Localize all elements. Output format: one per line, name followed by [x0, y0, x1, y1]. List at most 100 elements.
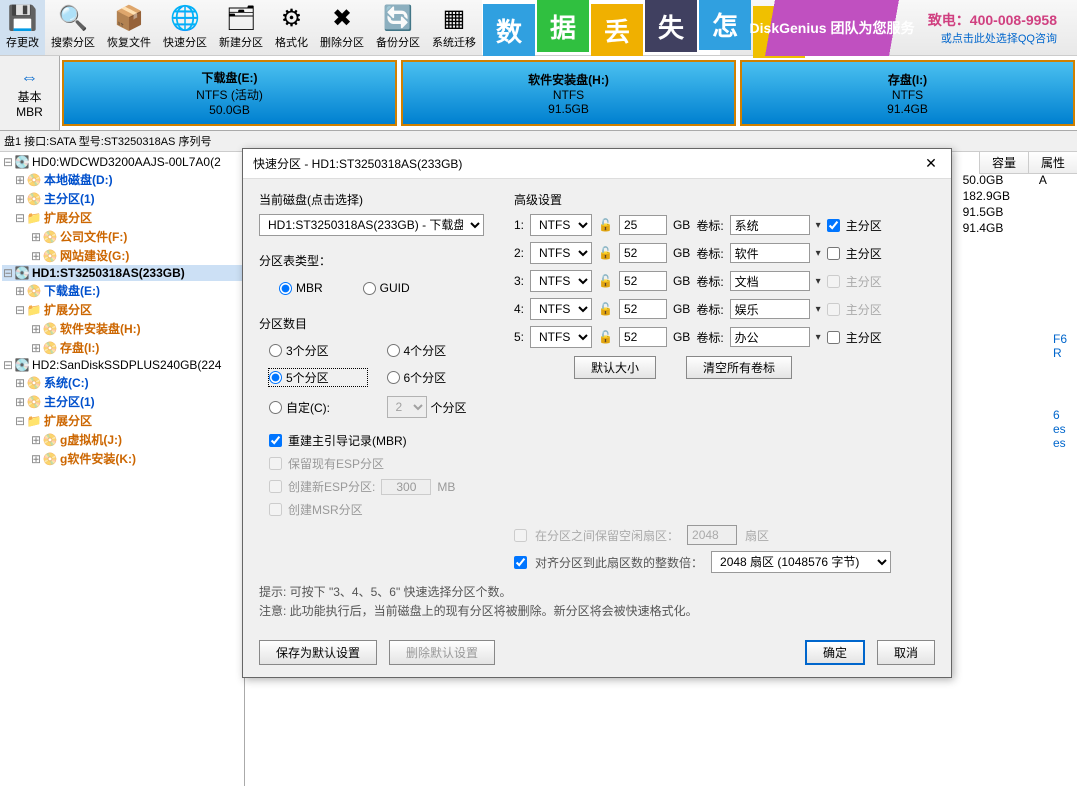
toolbar-格式化[interactable]: ⚙格式化 [269, 0, 314, 55]
primary-checkbox[interactable] [827, 247, 840, 260]
gap-row: 在分区之间保留空闲扇区： 扇区 [514, 525, 935, 545]
lock-icon[interactable]: 🔓 [598, 246, 613, 260]
btn-cancel[interactable]: 取消 [877, 640, 935, 665]
align-select[interactable]: 2048 扇区 (1048576 字节) [711, 551, 891, 573]
toolbar-存更改[interactable]: 💾存更改 [0, 0, 45, 55]
radio-4-partitions[interactable]: 4个分区 [387, 342, 485, 359]
tree-drive-i[interactable]: ⊞📀存盘(I:) [2, 338, 242, 357]
nav-arrows-icon[interactable]: ⇔ [21, 67, 39, 88]
fs-select[interactable]: NTFS [530, 214, 592, 236]
lock-icon[interactable]: 🔓 [598, 302, 613, 316]
check-rebuild-mbr[interactable]: 重建主引导记录(MBR) [269, 432, 484, 449]
label-input[interactable] [730, 327, 810, 347]
toolbar-删除分区[interactable]: ✖删除分区 [314, 0, 370, 55]
btn-clear-labels[interactable]: 清空所有卷标 [686, 356, 792, 379]
partition-block[interactable]: 软件安装盘(H:)NTFS91.5GB [401, 60, 736, 126]
btn-default-size[interactable]: 默认大小 [574, 356, 656, 379]
radio-guid[interactable]: GUID [363, 281, 410, 295]
table-row[interactable]: 182.9GB [951, 188, 1077, 204]
toolbar-icon: 📦 [113, 2, 145, 34]
size-input[interactable] [619, 271, 667, 291]
toolbar-icon: ✖ [326, 2, 358, 34]
dropdown-icon[interactable]: ▾ [816, 332, 821, 343]
partition-config-row: 5:NTFS🔓GB卷标:▾主分区 [514, 326, 935, 348]
toolbar-快速分区[interactable]: 🌐快速分区 [157, 0, 213, 55]
label-input[interactable] [730, 299, 810, 319]
btn-ok[interactable]: 确定 [805, 640, 865, 665]
size-input[interactable] [619, 327, 667, 347]
current-disk-select[interactable]: HD1:ST3250318AS(233GB) - 下载盘 [259, 214, 484, 236]
label-input[interactable] [730, 215, 810, 235]
banner-char: 据 [537, 0, 589, 52]
fs-select[interactable]: NTFS [530, 298, 592, 320]
radio-mbr[interactable]: MBR [279, 281, 323, 295]
partition-config-row: 3:NTFS🔓GB卷标:▾主分区 [514, 270, 935, 292]
primary-checkbox[interactable] [827, 331, 840, 344]
toolbar-备份分区[interactable]: 🔄备份分区 [370, 0, 426, 55]
label-input[interactable] [730, 243, 810, 263]
close-icon[interactable]: ✕ [921, 155, 941, 172]
tree-drive-j[interactable]: ⊞📀g虚拟机(J:) [2, 430, 242, 449]
toolbar-icon: 💾 [7, 2, 39, 34]
toolbar-恢复文件[interactable]: 📦恢复文件 [101, 0, 157, 55]
radio-3-partitions[interactable]: 3个分区 [269, 342, 367, 359]
partition-config-row: 1:NTFS🔓GB卷标:▾主分区 [514, 214, 935, 236]
lock-icon[interactable]: 🔓 [598, 274, 613, 288]
tree-drive-g[interactable]: ⊞📀网站建设(G:) [2, 246, 242, 265]
dropdown-icon[interactable]: ▾ [816, 248, 821, 259]
tree-ext-partition-3[interactable]: ⊟📁扩展分区 [2, 411, 242, 430]
fs-select[interactable]: NTFS [530, 270, 592, 292]
disk-type-box[interactable]: ⇔ 基本 MBR [0, 56, 60, 130]
lock-icon[interactable]: 🔓 [598, 218, 613, 232]
tree-drive-k[interactable]: ⊞📀g软件安装(K:) [2, 449, 242, 468]
toolbar-新建分区[interactable]: 🗂新建分区 [213, 0, 269, 55]
toolbar-icon: 🗂 [225, 2, 257, 34]
primary-checkbox[interactable] [827, 219, 840, 232]
btn-save-default[interactable]: 保存为默认设置 [259, 640, 377, 665]
tree-drive-e[interactable]: ⊞📀下载盘(E:) [2, 281, 242, 300]
check-new-esp: 创建新ESP分区: MB [269, 478, 484, 495]
quick-partition-dialog: 快速分区 - HD1:ST3250318AS(233GB) ✕ 当前磁盘(点击选… [242, 148, 952, 678]
toolbar-搜索分区[interactable]: 🔍搜索分区 [45, 0, 101, 55]
tree-main-partition-2[interactable]: ⊞📀主分区(1) [2, 392, 242, 411]
lock-icon[interactable]: 🔓 [598, 330, 613, 344]
size-input[interactable] [619, 243, 667, 263]
main-toolbar: 💾存更改🔍搜索分区📦恢复文件🌐快速分区🗂新建分区⚙格式化✖删除分区🔄备份分区▦系… [0, 0, 1077, 56]
fs-select[interactable]: NTFS [530, 242, 592, 264]
tree-ext-partition[interactable]: ⊟📁扩展分区 [2, 208, 242, 227]
disk-map: ⇔ 基本 MBR 下载盘(E:)NTFS (活动)50.0GB软件安装盘(H:)… [0, 56, 1077, 131]
table-row[interactable]: 91.4GB [951, 220, 1077, 236]
table-row[interactable]: 91.5GB [951, 204, 1077, 220]
tree-drive-c[interactable]: ⊞📀系统(C:) [2, 373, 242, 392]
tree-ext-partition-2[interactable]: ⊟📁扩展分区 [2, 300, 242, 319]
partition-block[interactable]: 下载盘(E:)NTFS (活动)50.0GB [62, 60, 397, 126]
toolbar-系统迁移[interactable]: ▦系统迁移 [426, 0, 482, 55]
partition-block[interactable]: 存盘(I:)NTFS91.4GB [740, 60, 1075, 126]
fs-select[interactable]: NTFS [530, 326, 592, 348]
dropdown-icon[interactable]: ▾ [816, 276, 821, 287]
tree-hd1[interactable]: ⊟💽HD1:ST3250318AS(233GB) [2, 265, 242, 281]
tree-drive-f[interactable]: ⊞📀公司文件(F:) [2, 227, 242, 246]
tree-main-partition[interactable]: ⊞📀主分区(1) [2, 189, 242, 208]
radio-custom-count[interactable]: 自定(C): [269, 396, 367, 418]
tree-drive-h[interactable]: ⊞📀软件安装盘(H:) [2, 319, 242, 338]
tree-hd2[interactable]: ⊟💽HD2:SanDiskSSDPLUS240GB(224 [2, 357, 242, 373]
tree-hd0[interactable]: ⊟💽HD0:WDCWD3200AAJS-00L7A0(2 [2, 154, 242, 170]
dropdown-icon[interactable]: ▾ [816, 304, 821, 315]
tree-drive-d[interactable]: ⊞📀本地磁盘(D:) [2, 170, 242, 189]
btn-delete-default: 删除默认设置 [389, 640, 495, 665]
radio-6-partitions[interactable]: 6个分区 [387, 369, 485, 386]
toolbar-icon: 🔍 [57, 2, 89, 34]
align-row[interactable]: 对齐分区到此扇区数的整数倍： 2048 扇区 (1048576 字节) [514, 551, 935, 573]
table-row[interactable]: 50.0GBA [951, 172, 1077, 188]
size-input[interactable] [619, 215, 667, 235]
dropdown-icon[interactable]: ▾ [816, 220, 821, 231]
size-input[interactable] [619, 299, 667, 319]
toolbar-icon: 🌐 [169, 2, 201, 34]
disk-tree[interactable]: ⊟💽HD0:WDCWD3200AAJS-00L7A0(2 ⊞📀本地磁盘(D:) … [0, 152, 245, 786]
radio-5-partitions[interactable]: 5个分区 [269, 369, 367, 386]
banner-char: 丢 [591, 4, 643, 56]
dialog-title: 快速分区 - HD1:ST3250318AS(233GB) [253, 155, 462, 172]
label-input[interactable] [730, 271, 810, 291]
primary-checkbox [827, 275, 840, 288]
